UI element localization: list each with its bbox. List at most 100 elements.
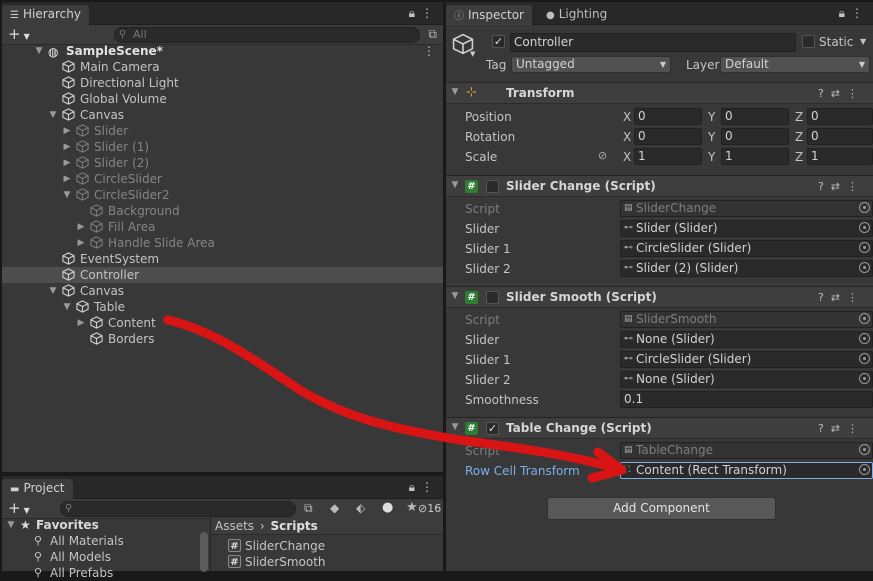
- preset-icon[interactable]: ⇄: [831, 291, 847, 304]
- kebab-menu-icon[interactable]: ⋮: [847, 180, 865, 193]
- tab-hierarchy[interactable]: ☰ Hierarchy: [2, 5, 89, 25]
- kebab-menu-icon[interactable]: ⋮: [847, 291, 865, 304]
- constrain-proportions-icon[interactable]: ⊘: [598, 149, 607, 162]
- tree-row-canvas-2[interactable]: ▼ Canvas: [2, 283, 443, 299]
- transform-header[interactable]: ▼ ⊹ Transform ?⇄⋮: [446, 82, 873, 104]
- help-icon[interactable]: ?: [818, 422, 831, 435]
- favorite-item[interactable]: ⚲ All Materials: [2, 533, 208, 549]
- static-dropdown-arrow[interactable]: ▼: [860, 37, 866, 46]
- tree-row-samplescene[interactable]: ▼ ◍ SampleScene* ⋮: [2, 43, 443, 59]
- kebab-menu-icon[interactable]: ⋮: [847, 422, 865, 435]
- table-change-header[interactable]: ▼ # ✓ Table Change (Script) ?⇄⋮: [446, 417, 873, 439]
- tree-row-handle-slide-area[interactable]: ▶ Handle Slide Area: [2, 235, 443, 251]
- tree-row-main-camera[interactable]: Main Camera: [2, 59, 443, 75]
- expand-arrow-icon[interactable]: ▶: [76, 235, 86, 251]
- expand-arrow-icon[interactable]: ▶: [76, 315, 86, 331]
- scale-x-field[interactable]: 1: [634, 148, 702, 165]
- warning-filter-icon[interactable]: ●: [382, 500, 393, 515]
- add-button[interactable]: + ▼: [8, 25, 30, 43]
- kebab-menu-icon[interactable]: ⋮: [421, 6, 439, 20]
- rotation-y-field[interactable]: 0: [721, 128, 789, 145]
- tree-row-table[interactable]: ▼ Table: [2, 299, 443, 315]
- expand-arrow-icon[interactable]: ▼: [62, 187, 72, 203]
- tree-row-canvas[interactable]: ▼ Canvas: [2, 107, 443, 123]
- scene-filter-icon[interactable]: ⧉: [428, 27, 437, 42]
- component-enabled-checkbox[interactable]: [486, 291, 499, 304]
- rotation-x-field[interactable]: 0: [634, 128, 702, 145]
- expand-arrow-icon[interactable]: ▶: [62, 155, 72, 171]
- component-enabled-checkbox[interactable]: [486, 180, 499, 193]
- tree-row-borders[interactable]: Borders: [2, 331, 443, 347]
- tree-row-circleslider2[interactable]: ▼ CircleSlider2: [2, 187, 443, 203]
- add-button[interactable]: + ▼: [8, 499, 30, 517]
- rotation-z-field[interactable]: 0: [807, 128, 873, 145]
- tree-row-eventsystem[interactable]: EventSystem: [2, 251, 443, 267]
- tab-lighting[interactable]: ● Lighting: [538, 5, 615, 25]
- file-item[interactable]: # SliderChange: [228, 538, 443, 554]
- expand-arrow-icon[interactable]: ▼: [450, 291, 460, 301]
- file-item[interactable]: # SliderSmooth: [228, 554, 443, 570]
- preset-icon[interactable]: ⇄: [831, 87, 847, 100]
- tree-row-slider[interactable]: ▶ Slider: [2, 123, 443, 139]
- breadcrumb-assets[interactable]: Assets: [215, 519, 254, 533]
- tab-inspector[interactable]: ⓘ Inspector: [446, 5, 532, 25]
- expand-arrow-icon[interactable]: ▼: [450, 180, 460, 190]
- tree-row-fill-area[interactable]: ▶ Fill Area: [2, 219, 443, 235]
- hidden-packages-toggle[interactable]: ⊘16: [418, 502, 441, 515]
- expand-arrow-icon[interactable]: ▶: [76, 219, 86, 235]
- tree-row-controller[interactable]: Controller: [2, 267, 443, 283]
- tree-row-circleslider[interactable]: ▶ CircleSlider: [2, 171, 443, 187]
- slider2-object-field[interactable]: ⊷ None (Slider): [620, 371, 873, 388]
- tree-row-slider-2[interactable]: ▶ Slider (2): [2, 155, 443, 171]
- type-filter-icon[interactable]: ◆: [330, 501, 339, 515]
- expand-arrow-icon[interactable]: ▼: [48, 107, 58, 123]
- expand-arrow-icon[interactable]: ▼: [34, 43, 44, 59]
- kebab-menu-icon[interactable]: ⋮: [851, 6, 869, 20]
- static-checkbox[interactable]: [802, 35, 815, 48]
- tree-row-content[interactable]: ▶ Content: [2, 315, 443, 331]
- expand-arrow-icon[interactable]: ▼: [62, 299, 72, 315]
- lock-icon[interactable]: 🔒︎: [409, 480, 421, 494]
- help-icon[interactable]: ?: [818, 87, 831, 100]
- object-picker-icon[interactable]: [859, 373, 870, 384]
- favorites-header[interactable]: ▼ ★ Favorites: [2, 517, 208, 533]
- slider2-object-field[interactable]: ⊷ Slider (2) (Slider): [620, 260, 873, 277]
- preset-icon[interactable]: ⇄: [831, 180, 847, 193]
- object-picker-icon[interactable]: [859, 262, 870, 273]
- position-y-field[interactable]: 0: [721, 108, 789, 125]
- object-picker-icon[interactable]: [859, 464, 870, 475]
- object-name-input[interactable]: Controller: [510, 33, 796, 52]
- favorite-item[interactable]: ⚲ All Prefabs: [2, 565, 208, 581]
- tree-row-global-volume[interactable]: Global Volume: [2, 91, 443, 107]
- help-icon[interactable]: ?: [818, 291, 831, 304]
- slider-object-field[interactable]: ⊷ Slider (Slider): [620, 220, 873, 237]
- kebab-menu-icon[interactable]: ⋮: [421, 480, 439, 494]
- expand-arrow-icon[interactable]: ▼: [6, 517, 16, 533]
- favorite-item[interactable]: ⚲ All Models: [2, 549, 208, 565]
- smoothness-field[interactable]: 0.1: [620, 391, 873, 408]
- scale-y-field[interactable]: 1: [721, 148, 789, 165]
- hierarchy-search-input[interactable]: ⚲ All: [114, 27, 420, 43]
- lock-icon[interactable]: 🔒︎: [839, 6, 851, 20]
- expand-arrow-icon[interactable]: ▼: [450, 87, 460, 97]
- expand-arrow-icon[interactable]: ▶: [62, 123, 72, 139]
- tag-dropdown[interactable]: Untagged: [511, 56, 671, 73]
- slider-smooth-header[interactable]: ▼ # Slider Smooth (Script) ?⇄⋮: [446, 286, 873, 308]
- project-scrollbar[interactable]: [200, 532, 208, 572]
- help-icon[interactable]: ?: [818, 180, 831, 193]
- tree-row-directional-light[interactable]: Directional Light: [2, 75, 443, 91]
- star-icon[interactable]: ★: [406, 500, 418, 515]
- search-filter-icon[interactable]: ⧉: [304, 501, 313, 516]
- breadcrumb-scripts[interactable]: Scripts: [271, 519, 318, 533]
- object-picker-icon[interactable]: [859, 333, 870, 344]
- slider-change-header[interactable]: ▼ # Slider Change (Script) ?⇄⋮: [446, 175, 873, 197]
- expand-arrow-icon[interactable]: ▼: [450, 422, 460, 432]
- position-z-field[interactable]: 0: [807, 108, 873, 125]
- label-filter-icon[interactable]: ⬖: [356, 501, 365, 515]
- kebab-menu-icon[interactable]: ⋮: [847, 87, 865, 100]
- expand-arrow-icon[interactable]: ▼: [48, 283, 58, 299]
- position-x-field[interactable]: 0: [634, 108, 702, 125]
- add-component-button[interactable]: Add Component: [547, 497, 776, 520]
- object-picker-icon[interactable]: [859, 222, 870, 233]
- component-enabled-checkbox[interactable]: ✓: [486, 422, 499, 435]
